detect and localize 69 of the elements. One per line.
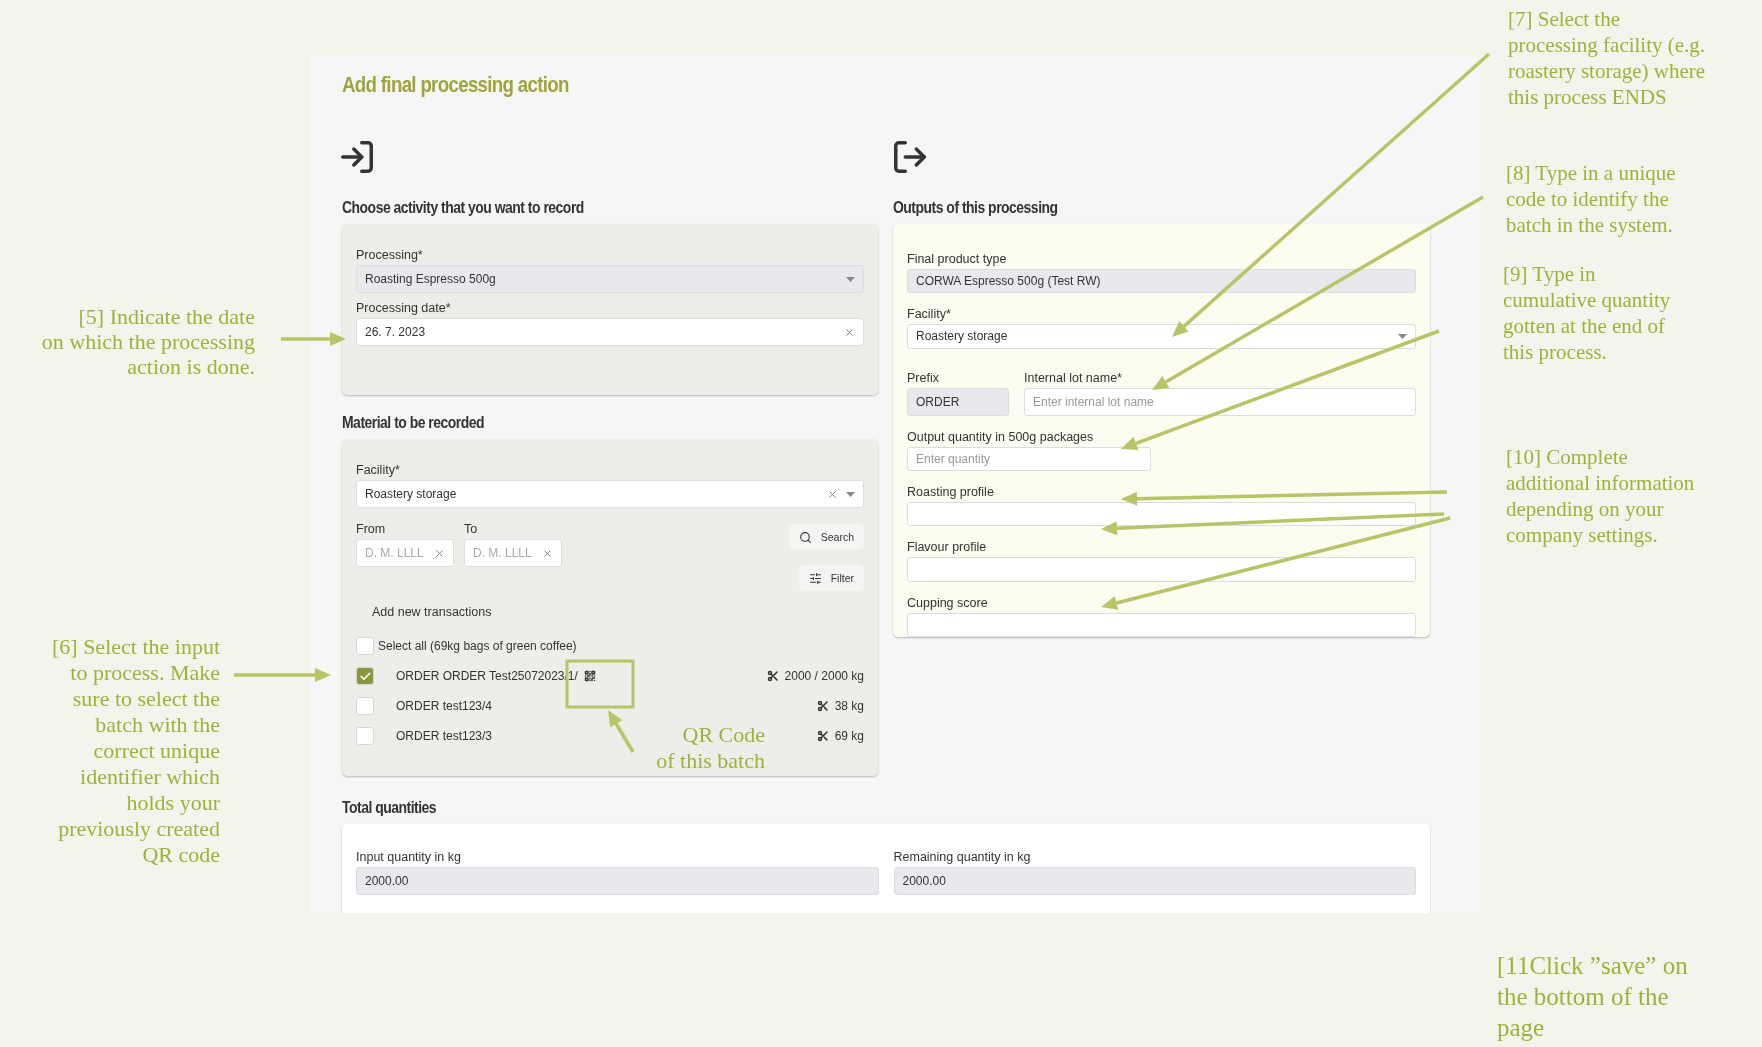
checkbox[interactable] — [356, 637, 374, 655]
scissors-icon — [766, 670, 779, 682]
clear-icon[interactable] — [434, 547, 445, 559]
field-label: To — [464, 522, 478, 537]
select-field[interactable]: Roastery storage — [356, 480, 864, 508]
search-button[interactable]: Search — [788, 524, 864, 550]
pointer-arrow — [608, 710, 635, 753]
batch-name: ORDER test123/3 — [396, 729, 493, 743]
enter-icon — [338, 138, 376, 176]
field-label: Final product type — [907, 252, 1007, 267]
field-label: Facility* — [907, 307, 951, 323]
section-heading: Material to be recorded — [342, 413, 485, 433]
quantity-field[interactable]: 2000.00 — [893, 867, 1416, 895]
exit-icon — [891, 138, 929, 176]
field-label: From — [356, 522, 386, 537]
clear-icon[interactable] — [542, 547, 553, 559]
callout-text: QR Code of this batch — [656, 722, 765, 774]
sliders-icon — [808, 571, 822, 585]
checkbox-label: Select all (69kg bags of green coffee) — [378, 639, 577, 653]
callout-text: [10] Complete additional information depending on your company settings. — [1506, 444, 1695, 548]
field-label: Facility* — [356, 463, 400, 478]
checkbox[interactable] — [356, 697, 374, 715]
section-heading: Choose activity that you want to record — [342, 198, 584, 218]
section-heading: Total quantities — [342, 798, 437, 818]
field-label: Roasting profile — [907, 485, 994, 500]
clear-icon[interactable] — [844, 326, 855, 338]
date-field[interactable]: 26. 7. 2023 — [356, 318, 864, 346]
caret-icon — [846, 491, 855, 497]
lot-name-field[interactable]: Enter internal lot name — [1024, 387, 1416, 416]
field-label: Remaining quantity in kg — [893, 850, 1031, 865]
callout-text: [9] Type in cumulative quantity gotten at the end of this process. — [1503, 261, 1671, 365]
callout-text: [5] Indicate the date on which the processing action is done. — [41, 304, 255, 379]
check-icon — [358, 669, 372, 683]
caret-icon — [1398, 334, 1407, 339]
batch-name: ORDER test123/4 — [396, 699, 493, 713]
callout-text: [8] Type in a unique code to identify the batch in the system. — [1506, 160, 1676, 238]
clear-icon[interactable] — [827, 488, 838, 500]
quantity-field[interactable]: 2000.00 — [356, 867, 879, 895]
field-label: Output quantity in 500g packages — [907, 429, 1094, 445]
batch-quantity: 2000 / 2000 kg — [784, 669, 864, 683]
callout-text: [6] Select the input to process. Make sure to select the batch with the correct unique identifier which holds your previously created QR code — [52, 634, 220, 868]
list-title: Add new transactions — [372, 605, 493, 619]
input-field[interactable] — [907, 612, 1416, 637]
field-label: Processing* — [356, 248, 423, 263]
input-field[interactable] — [907, 557, 1416, 582]
field-label: Internal lot name* — [1024, 370, 1122, 386]
callout-text: [7] Select the processing facility (e.g. roastery storage) where this process ENDS — [1508, 6, 1706, 110]
scissors-icon — [816, 700, 829, 712]
scissors-icon — [816, 730, 829, 742]
qr-code-icon[interactable] — [583, 670, 596, 682]
batch-quantity: 38 kg — [834, 699, 864, 713]
section-heading: Outputs of this processing — [893, 198, 1058, 218]
page-title: Add final processing action — [342, 72, 569, 98]
search-icon — [798, 530, 812, 544]
input-field[interactable] — [907, 502, 1416, 527]
pointer-arrow — [281, 332, 346, 346]
field-label: Input quantity in kg — [356, 850, 461, 865]
batch-quantity: 69 kg — [834, 729, 864, 743]
caret-icon — [846, 276, 855, 282]
checkbox[interactable] — [356, 727, 374, 745]
field-label: Processing date* — [356, 301, 451, 316]
checkbox[interactable] — [356, 667, 374, 685]
select-field[interactable]: Roastery storage — [907, 324, 1416, 349]
field-label: Flavour profile — [907, 540, 987, 556]
field-label: Cupping score — [907, 595, 988, 611]
field-label: Prefix — [907, 370, 939, 386]
quantity-field[interactable]: Enter quantity — [907, 446, 1151, 471]
callout-text: [11Click ”save” on the bottom of the page — [1497, 951, 1688, 1043]
filter-button[interactable]: Filter — [798, 565, 864, 591]
